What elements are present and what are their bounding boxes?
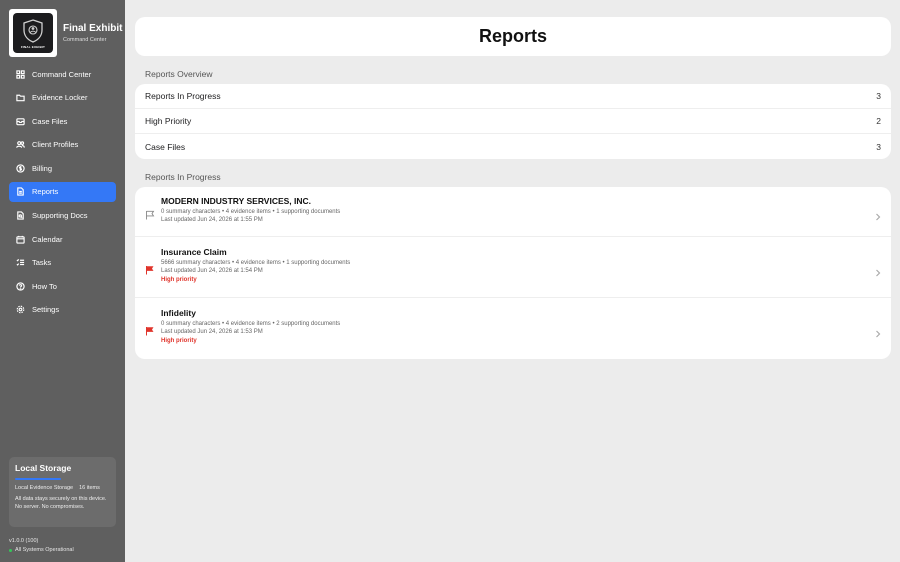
- flag-filled-icon: [145, 323, 155, 336]
- report-meta: 0 summary characters • 4 evidence items …: [161, 321, 341, 327]
- folder-icon: [15, 93, 25, 103]
- reports-overview-card: Reports In Progress 3 High Priority 2 Ca…: [135, 84, 891, 159]
- overview-row-high-priority[interactable]: High Priority 2: [135, 109, 891, 134]
- sidebar-item-label: Client Profiles: [32, 140, 79, 150]
- question-circle-icon: [15, 281, 25, 291]
- report-meta: 0 summary characters • 4 evidence items …: [161, 209, 341, 215]
- sidebar-item-reports[interactable]: Reports: [9, 181, 116, 202]
- chevron-right-icon: [875, 264, 881, 277]
- overview-row-label: Case Files: [145, 141, 186, 152]
- dollar-circle-icon: [15, 163, 25, 173]
- overview-section-label: Reports Overview: [145, 69, 213, 79]
- report-row[interactable]: Insurance Claim 5666 summary characters …: [135, 237, 891, 298]
- app-subtitle: Command Center: [63, 37, 107, 43]
- priority-badge: High priority: [161, 338, 197, 344]
- sidebar: FINAL EXHIBIT Final Exhibit Command Cent…: [0, 0, 125, 562]
- report-title: Insurance Claim: [161, 247, 227, 257]
- reports-list: MODERN INDUSTRY SERVICES, INC. 0 summary…: [135, 187, 891, 359]
- overview-row-label: Reports In Progress: [145, 91, 221, 101]
- sidebar-item-label: Evidence Locker: [32, 93, 88, 103]
- storage-title: Local Storage: [15, 463, 72, 473]
- sidebar-item-label: Settings: [32, 305, 60, 315]
- sidebar-item-label: Tasks: [32, 258, 52, 268]
- local-storage-card: Local Storage Local Evidence Storage 16 …: [9, 457, 116, 527]
- app-logo: FINAL EXHIBIT: [9, 9, 57, 57]
- app-version: v1.0.0 (100): [9, 538, 39, 544]
- sidebar-item-label: Command Center: [32, 69, 92, 79]
- checklist-icon: [15, 258, 25, 268]
- report-updated: Last updated Jun 24, 2026 at 1:54 PM: [161, 268, 263, 274]
- sidebar-item-label: Billing: [32, 163, 53, 173]
- gear-icon: [15, 305, 25, 315]
- sidebar-item-client-profiles[interactable]: Client Profiles: [9, 135, 116, 155]
- sidebar-item-calendar[interactable]: Calendar: [9, 229, 116, 249]
- sidebar-item-supporting-docs[interactable]: Supporting Docs: [9, 206, 116, 226]
- storage-count: 16 items: [79, 485, 100, 491]
- sidebar-item-command-center[interactable]: Command Center: [9, 64, 116, 84]
- grid-icon: [15, 69, 25, 79]
- shield-icon: [23, 18, 43, 43]
- storage-bar: [15, 478, 61, 480]
- tray-icon: [15, 116, 25, 126]
- report-title: MODERN INDUSTRY SERVICES, INC.: [161, 196, 312, 206]
- report-updated: Last updated Jun 24, 2026 at 1:53 PM: [161, 329, 263, 335]
- overview-row-count: 3: [876, 91, 881, 101]
- app-title: Final Exhibit: [63, 23, 123, 34]
- calendar-icon: [15, 234, 25, 244]
- status-dot-icon: [9, 548, 12, 552]
- sidebar-item-evidence-locker[interactable]: Evidence Locker: [9, 88, 116, 108]
- page-header: Reports: [135, 17, 891, 56]
- overview-row-in-progress[interactable]: Reports In Progress 3: [135, 84, 891, 109]
- report-meta: 5666 summary characters • 4 evidence ite…: [161, 260, 351, 266]
- sidebar-item-billing[interactable]: Billing: [9, 158, 116, 178]
- storage-note: All data stays securely on this device. …: [15, 496, 107, 510]
- sidebar-item-settings[interactable]: Settings: [9, 300, 116, 320]
- overview-row-case-files[interactable]: Case Files 3: [135, 134, 891, 159]
- brand: FINAL EXHIBIT Final Exhibit Command Cent…: [9, 9, 123, 57]
- report-updated: Last updated Jun 24, 2026 at 1:55 PM: [161, 217, 263, 223]
- sidebar-item-case-files[interactable]: Case Files: [9, 111, 116, 131]
- system-status: All Systems Operational: [9, 547, 74, 553]
- chevron-right-icon: [875, 325, 881, 338]
- sidebar-item-label: Calendar: [32, 234, 63, 244]
- report-row[interactable]: MODERN INDUSTRY SERVICES, INC. 0 summary…: [135, 187, 891, 237]
- overview-row-count: 3: [876, 141, 881, 152]
- logo-text: FINAL EXHIBIT: [20, 44, 46, 49]
- sidebar-item-label: Reports: [32, 187, 59, 197]
- sidebar-item-how-to[interactable]: How To: [9, 276, 116, 296]
- sidebar-item-label: How To: [32, 281, 57, 291]
- doc-search-icon: [15, 211, 25, 221]
- sidebar-item-tasks[interactable]: Tasks: [9, 253, 116, 273]
- storage-label: Local Evidence Storage: [15, 485, 74, 491]
- flag-outline-icon: [145, 207, 155, 220]
- in-progress-section-label: Reports In Progress: [145, 172, 221, 182]
- overview-row-label: High Priority: [145, 116, 192, 126]
- sidebar-item-label: Supporting Docs: [32, 211, 88, 221]
- priority-badge: High priority: [161, 277, 197, 283]
- system-status-text: All Systems Operational: [15, 547, 74, 553]
- chevron-right-icon: [875, 208, 881, 221]
- sidebar-nav: Command Center Evidence Locker Case File…: [9, 64, 116, 324]
- sidebar-item-label: Case Files: [32, 116, 68, 126]
- overview-row-count: 2: [876, 116, 881, 126]
- report-row[interactable]: Infidelity 0 summary characters • 4 evid…: [135, 298, 891, 359]
- report-title: Infidelity: [161, 308, 196, 318]
- page-title: Reports: [478, 26, 547, 46]
- flag-filled-icon: [145, 262, 155, 275]
- people-icon: [15, 140, 25, 150]
- document-icon: [15, 187, 25, 197]
